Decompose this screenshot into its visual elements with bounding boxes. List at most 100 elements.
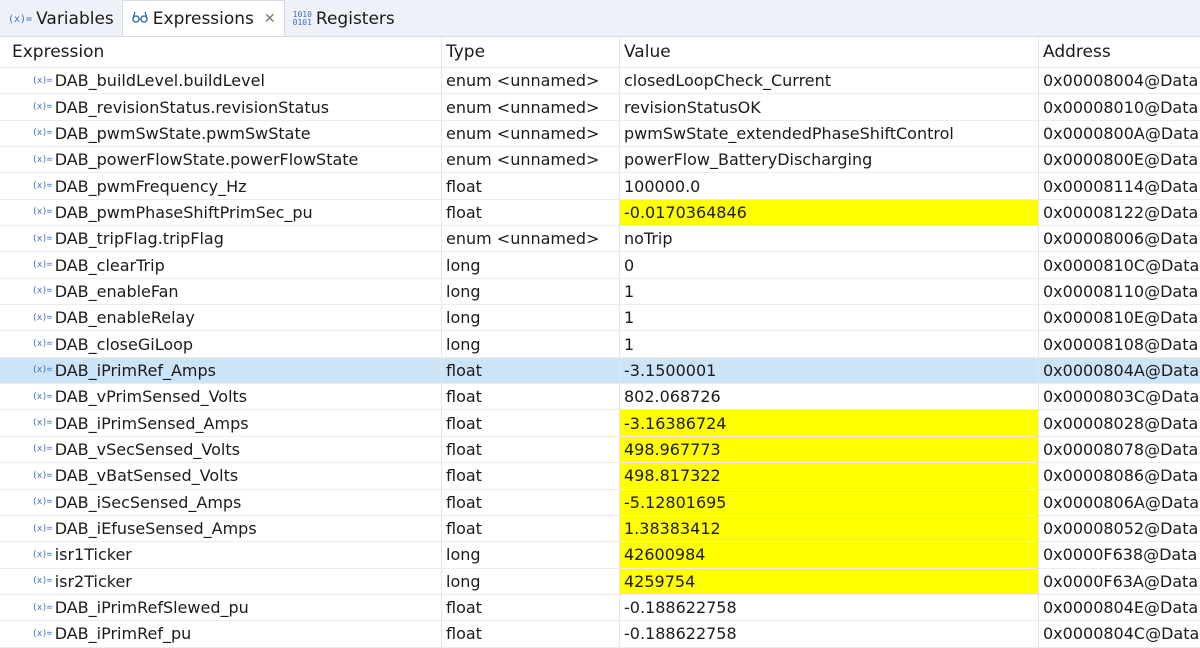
table-row[interactable]: (x)= DAB_iPrimSensed_Amps float -3.16386724… [0,410,1200,437]
value-cell[interactable]: -0.0170364846 [620,199,1039,226]
expression-cell[interactable]: (x)= DAB_tripFlag.tripFlag [0,226,442,252]
table-row[interactable]: (x)= DAB_iEfuseSensed_Amps float 1.38383412… [0,515,1200,543]
expression-cell[interactable]: (x)= DAB_powerFlowState.powerFlowState [0,147,442,173]
value-cell[interactable]: -0.188622758 [620,594,1039,621]
variable-icon: (x)= [32,154,52,165]
address-cell: 0x0000F638@Data [1043,545,1198,565]
expression-cell[interactable]: (x)= DAB_iPrimRefSlewed_pu [0,594,442,621]
variable-icon: (x)= [32,444,52,455]
table-row[interactable]: (x)= DAB_vPrimSensed_Volts float 802.068726… [0,384,1200,411]
type-cell: long [442,278,620,305]
value-cell[interactable]: 802.068726 [620,384,1039,410]
table-row[interactable]: (x)= DAB_iPrimRef_pu float -0.188622758 0x00… [0,621,1200,648]
expression-cell[interactable]: (x)= DAB_buildLevel.buildLevel [0,68,442,94]
expression-name: DAB_vBatSensed_Volts [54,466,239,486]
expression-cell[interactable]: (x)= isr1Ticker [0,542,442,568]
expression-cell[interactable]: (x)= DAB_enableFan [0,278,442,305]
value-cell[interactable]: closedLoopCheck_Current [620,68,1039,94]
tab-expressions[interactable]: Expressions ✕ [121,0,285,36]
table-row[interactable]: (x)= isr1Ticker long 42600984 0x0000F638@Dat… [0,542,1200,569]
expression-cell[interactable]: (x)= DAB_iPrimRef_Amps [0,357,442,384]
table-row[interactable]: (x)= DAB_vSecSensed_Volts float 498.967773 0… [0,436,1200,464]
value-cell[interactable]: 498.967773 [620,436,1039,463]
variable-icon: (x)= [32,391,52,402]
expression-cell[interactable]: (x)= DAB_pwmFrequency_Hz [0,173,442,199]
value-cell[interactable]: revisionStatusOK [620,94,1039,120]
value-cell[interactable]: 100000.0 [620,173,1039,199]
column-header-type[interactable]: Type [442,37,620,67]
value-cell[interactable]: 1 [620,331,1039,357]
address-cell: 0x00008110@Data [1043,281,1199,301]
table-row[interactable]: (x)= DAB_vBatSensed_Volts float 498.817322 0… [0,463,1200,490]
expression-cell[interactable]: (x)= DAB_vPrimSensed_Volts [0,384,442,410]
address-cell: 0x00008004@Data [1043,71,1199,91]
column-header-value[interactable]: Value [620,37,1039,67]
expression-cell[interactable]: (x)= DAB_clearTrip [0,252,442,278]
value-cell[interactable]: -3.16386724 [620,410,1039,436]
tab-registers[interactable]: 1010 0101 Registers [285,2,403,36]
expression-cell[interactable]: (x)= DAB_vBatSensed_Volts [0,463,442,489]
value-cell[interactable]: -0.188622758 [620,621,1039,647]
expression-cell[interactable]: (x)= DAB_pwmPhaseShiftPrimSec_pu [0,199,442,226]
tab-label: Expressions [152,8,254,29]
variable-icon: (x)= [32,260,52,271]
table-row[interactable]: (x)= DAB_tripFlag.tripFlag enum <unnamed> n… [0,226,1200,253]
expression-name: DAB_iPrimRefSlewed_pu [54,598,249,618]
table-row[interactable]: (x)= DAB_enableFan long 1 0x00008110@Data [0,278,1200,306]
table-row[interactable]: (x)= DAB_buildLevel.buildLevel enum <unnam… [0,68,1200,95]
value-cell[interactable]: 4259754 [620,568,1039,594]
expression-cell[interactable]: (x)= DAB_iPrimSensed_Amps [0,410,442,436]
table-header: Expression Type Value Address [0,37,1200,68]
variable-icon: (x)= [32,628,52,639]
column-header-expression[interactable]: Expression [0,37,442,67]
table-row[interactable]: (x)= isr2Ticker long 4259754 0x0000F63A@Data [0,568,1200,595]
address-cell: 0x0000810C@Data [1043,255,1200,275]
address-cell: 0x00008010@Data [1043,97,1199,117]
expression-cell[interactable]: (x)= DAB_closeGiLoop [0,331,442,357]
expression-glasses-icon [131,10,149,27]
type-cell: enum <unnamed> [442,68,620,94]
table-row[interactable]: (x)= DAB_pwmFrequency_Hz float 100000.0 0x00… [0,173,1200,200]
table-row[interactable]: (x)= DAB_pwmPhaseShiftPrimSec_pu float -0.0… [0,199,1200,227]
table-row[interactable]: (x)= DAB_enableRelay long 1 0x0000810E@Data [0,305,1200,332]
type-cell: long [442,542,620,568]
table-row[interactable]: (x)= DAB_clearTrip long 0 0x0000810C@Data [0,252,1200,279]
expression-name: DAB_tripFlag.tripFlag [54,229,224,249]
tab-variables[interactable]: (x)= Variables [0,2,122,36]
expression-name: isr1Ticker [54,545,132,565]
value-cell[interactable]: 1 [620,305,1039,331]
type-cell: enum <unnamed> [442,120,620,147]
value-cell[interactable]: powerFlow_BatteryDischarging [620,147,1039,173]
value-cell[interactable]: -5.12801695 [620,489,1039,515]
value-cell[interactable]: 498.817322 [620,463,1039,489]
expression-cell[interactable]: (x)= DAB_iPrimRef_pu [0,621,442,647]
expression-cell[interactable]: (x)= isr2Ticker [0,568,442,594]
table-row[interactable]: (x)= DAB_iPrimRef_Amps float -3.1500001 0x00… [0,357,1200,385]
value-cell[interactable]: pwmSwState_extendedPhaseShiftControl [620,120,1039,147]
expression-cell[interactable]: (x)= DAB_revisionStatus.revisionStatus [0,94,442,120]
table-row[interactable]: (x)= DAB_revisionStatus.revisionStatus enu… [0,94,1200,121]
value-cell[interactable]: 1 [620,278,1039,305]
value-cell[interactable]: -3.1500001 [620,357,1039,384]
expression-cell[interactable]: (x)= DAB_iEfuseSensed_Amps [0,515,442,542]
table-row[interactable]: (x)= DAB_pwmSwState.pwmSwState enum <unnam… [0,120,1200,148]
table-row[interactable]: (x)= DAB_powerFlowState.powerFlowState enu… [0,147,1200,174]
table-row[interactable]: (x)= DAB_iPrimRefSlewed_pu float -0.1886227… [0,594,1200,622]
column-header-address[interactable]: Address [1039,37,1200,67]
close-icon[interactable]: ✕ [264,11,276,27]
value-cell[interactable]: 0 [620,252,1039,278]
expression-name: isr2Ticker [54,571,132,591]
type-cell: enum <unnamed> [442,226,620,252]
expression-cell[interactable]: (x)= DAB_pwmSwState.pwmSwState [0,120,442,147]
value-cell[interactable]: 1.38383412 [620,515,1039,542]
expression-cell[interactable]: (x)= DAB_iSecSensed_Amps [0,489,442,515]
table-row[interactable]: (x)= DAB_iSecSensed_Amps float -5.12801695 0… [0,489,1200,516]
expression-cell[interactable]: (x)= DAB_vSecSensed_Volts [0,436,442,463]
expression-name: DAB_pwmPhaseShiftPrimSec_pu [54,202,313,222]
expression-cell[interactable]: (x)= DAB_enableRelay [0,305,442,331]
tab-label: Variables [36,9,114,29]
value-cell[interactable]: noTrip [620,226,1039,252]
variable-icon: (x)= [32,207,52,218]
value-cell[interactable]: 42600984 [620,542,1039,568]
table-row[interactable]: (x)= DAB_closeGiLoop long 1 0x00008108@Data [0,331,1200,358]
